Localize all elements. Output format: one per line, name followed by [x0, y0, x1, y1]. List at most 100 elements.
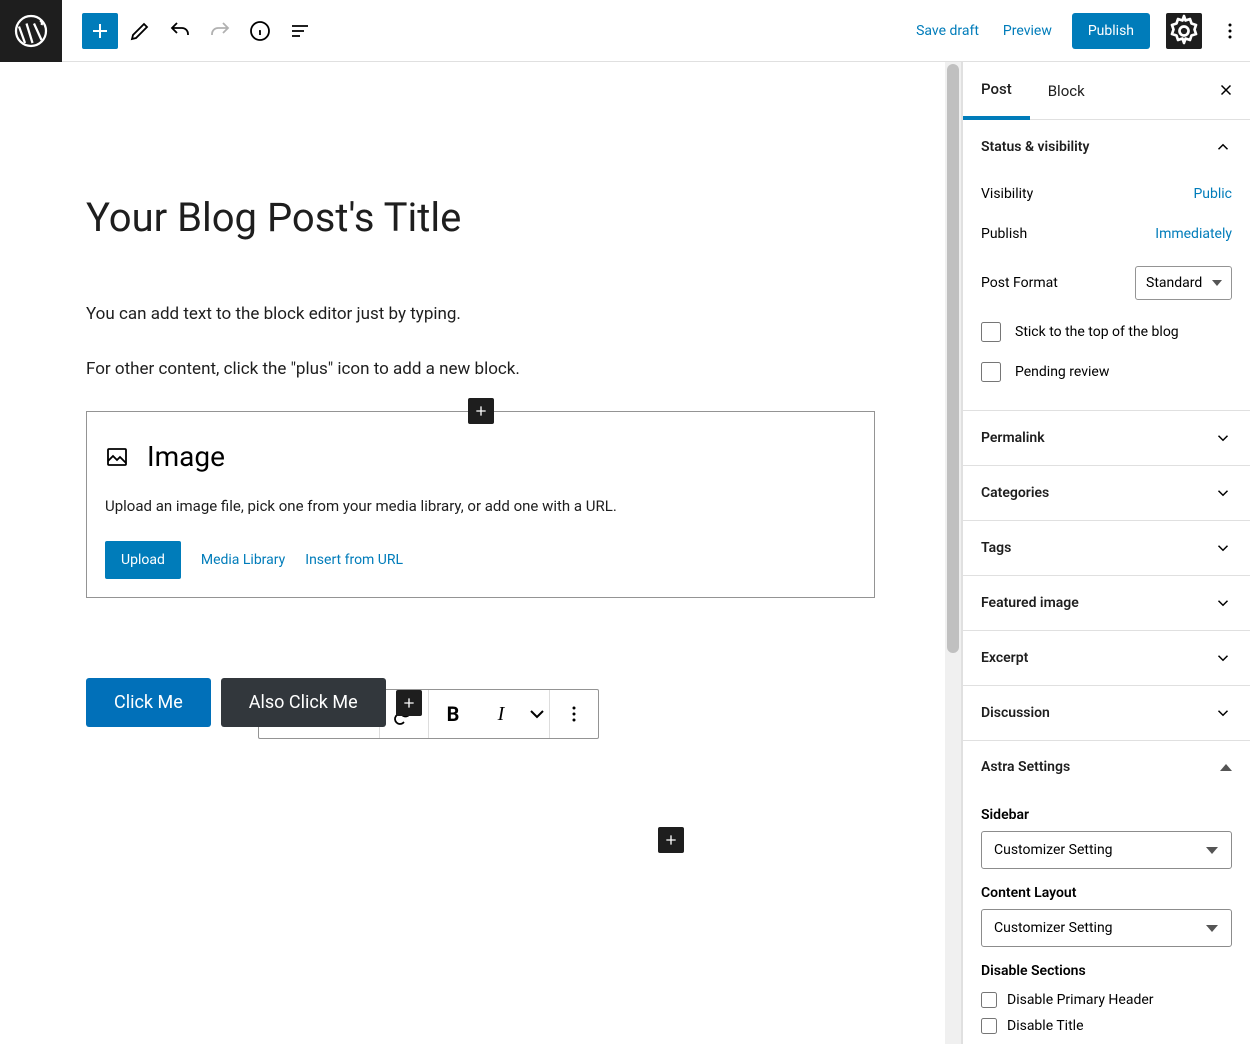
visibility-value[interactable]: Public	[1193, 186, 1232, 202]
undo-icon	[168, 19, 192, 43]
plus-icon	[473, 403, 489, 419]
sidebar-tabs: Post Block	[963, 62, 1250, 120]
insert-from-url-button[interactable]: Insert from URL	[305, 552, 403, 568]
add-block-before-button[interactable]	[468, 398, 494, 424]
visibility-label: Visibility	[981, 186, 1033, 202]
panel-header-discussion[interactable]: Discussion	[963, 686, 1250, 740]
astra-content-select[interactable]: Customizer Setting	[981, 909, 1232, 947]
stick-checkbox-row[interactable]: Stick to the top of the blog	[981, 312, 1232, 352]
kebab-icon	[1218, 19, 1242, 43]
add-block-after-button[interactable]	[658, 827, 684, 853]
media-library-button[interactable]: Media Library	[201, 552, 285, 568]
disable-header-checkbox[interactable]	[981, 992, 997, 1008]
close-icon	[1217, 81, 1235, 99]
more-options-button[interactable]	[1218, 13, 1242, 49]
add-block-button[interactable]	[82, 13, 118, 49]
info-button[interactable]	[242, 13, 278, 49]
visibility-row: Visibility Public	[981, 174, 1232, 214]
disable-title-label: Disable Title	[1007, 1018, 1084, 1034]
triangle-up-icon	[1220, 764, 1232, 771]
redo-button[interactable]	[202, 13, 238, 49]
plus-icon	[401, 695, 417, 711]
astra-sidebar-select[interactable]: Customizer Setting	[981, 831, 1232, 869]
paragraph-2[interactable]: For other content, click the "plus" icon…	[86, 356, 875, 383]
editor-canvas[interactable]: Your Blog Post's Title You can add text …	[10, 74, 951, 974]
top-right-actions: Save draft Preview Publish	[912, 13, 1250, 49]
disable-title-row[interactable]: Disable Title	[981, 1013, 1232, 1039]
panel-permalink: Permalink	[963, 411, 1250, 466]
wordpress-logo[interactable]	[0, 0, 62, 62]
chevron-down-icon	[1214, 429, 1232, 447]
panel-header-categories[interactable]: Categories	[963, 466, 1250, 520]
panel-header-excerpt[interactable]: Excerpt	[963, 631, 1250, 685]
pending-checkbox[interactable]	[981, 362, 1001, 382]
gear-icon	[1166, 13, 1202, 49]
astra-disable-label: Disable Sections	[981, 963, 1232, 979]
image-block-placeholder[interactable]: Image Upload an image file, pick one fro…	[86, 411, 875, 598]
panel-astra-settings: Astra Settings Sidebar Customizer Settin…	[963, 741, 1250, 1044]
image-icon	[105, 445, 129, 469]
disable-header-label: Disable Primary Header	[1007, 992, 1154, 1008]
pending-label: Pending review	[1015, 364, 1109, 380]
close-sidebar-button[interactable]	[1210, 74, 1242, 106]
chevron-down-icon	[1214, 539, 1232, 557]
disable-title-checkbox[interactable]	[981, 1018, 997, 1034]
image-block-header: Image	[105, 440, 856, 473]
chevron-down-icon	[1214, 594, 1232, 612]
publish-label: Publish	[981, 226, 1027, 242]
image-block-title: Image	[147, 440, 225, 473]
edit-tool-button[interactable]	[122, 13, 158, 49]
top-toolbar: Save draft Preview Publish	[0, 0, 1250, 62]
wordpress-icon	[13, 13, 49, 49]
chevron-down-icon	[1214, 704, 1232, 722]
publish-button[interactable]: Publish	[1072, 13, 1150, 49]
settings-button[interactable]	[1166, 13, 1202, 49]
redo-icon	[208, 19, 232, 43]
panel-title-excerpt: Excerpt	[981, 650, 1028, 666]
editor-scrollbar[interactable]	[945, 62, 961, 1044]
add-button-inline[interactable]	[396, 690, 422, 716]
demo-button-1[interactable]: Click Me	[86, 678, 211, 727]
tab-block[interactable]: Block	[1030, 62, 1103, 119]
pencil-icon	[128, 19, 152, 43]
astra-body: Sidebar Customizer Setting Content Layou…	[963, 793, 1250, 1044]
demo-button-2[interactable]: Also Click Me	[221, 678, 386, 727]
panel-title-status: Status & visibility	[981, 139, 1089, 155]
panel-header-tags[interactable]: Tags	[963, 521, 1250, 575]
astra-content-label: Content Layout	[981, 885, 1232, 901]
image-block-actions: Upload Media Library Insert from URL	[105, 541, 856, 579]
chevron-down-icon	[1214, 484, 1232, 502]
save-draft-button[interactable]: Save draft	[912, 15, 983, 47]
panel-header-featured[interactable]: Featured image	[963, 576, 1250, 630]
settings-sidebar: Post Block Status & visibility Visibilit…	[962, 62, 1250, 1044]
pending-checkbox-row[interactable]: Pending review	[981, 352, 1232, 392]
post-format-select[interactable]: Standard	[1135, 266, 1232, 300]
panel-status-visibility: Status & visibility Visibility Public Pu…	[963, 120, 1250, 411]
publish-row: Publish Immediately	[981, 214, 1232, 254]
preview-button[interactable]: Preview	[999, 15, 1056, 47]
panel-header-permalink[interactable]: Permalink	[963, 411, 1250, 465]
disable-header-row[interactable]: Disable Primary Header	[981, 987, 1232, 1013]
upload-button[interactable]: Upload	[105, 541, 181, 579]
post-title[interactable]: Your Blog Post's Title	[86, 194, 875, 241]
tab-post[interactable]: Post	[963, 62, 1030, 120]
post-format-row: Post Format Standard	[981, 254, 1232, 312]
panel-header-status[interactable]: Status & visibility	[963, 120, 1250, 174]
chevron-up-icon	[1214, 138, 1232, 156]
panel-excerpt: Excerpt	[963, 631, 1250, 686]
publish-value[interactable]: Immediately	[1155, 226, 1232, 242]
plus-icon	[88, 19, 112, 43]
image-block-description: Upload an image file, pick one from your…	[105, 497, 856, 515]
undo-button[interactable]	[162, 13, 198, 49]
editor-area: Your Blog Post's Title You can add text …	[0, 62, 962, 1044]
paragraph-1[interactable]: You can add text to the block editor jus…	[86, 301, 875, 328]
panel-categories: Categories	[963, 466, 1250, 521]
post-format-label: Post Format	[981, 275, 1058, 291]
panel-tags: Tags	[963, 521, 1250, 576]
panel-title-tags: Tags	[981, 540, 1011, 556]
stick-checkbox[interactable]	[981, 322, 1001, 342]
panel-header-astra[interactable]: Astra Settings	[963, 741, 1250, 793]
buttons-block[interactable]: Click Me Also Click Me	[86, 678, 875, 727]
panel-title-categories: Categories	[981, 485, 1049, 501]
outline-button[interactable]	[282, 13, 318, 49]
